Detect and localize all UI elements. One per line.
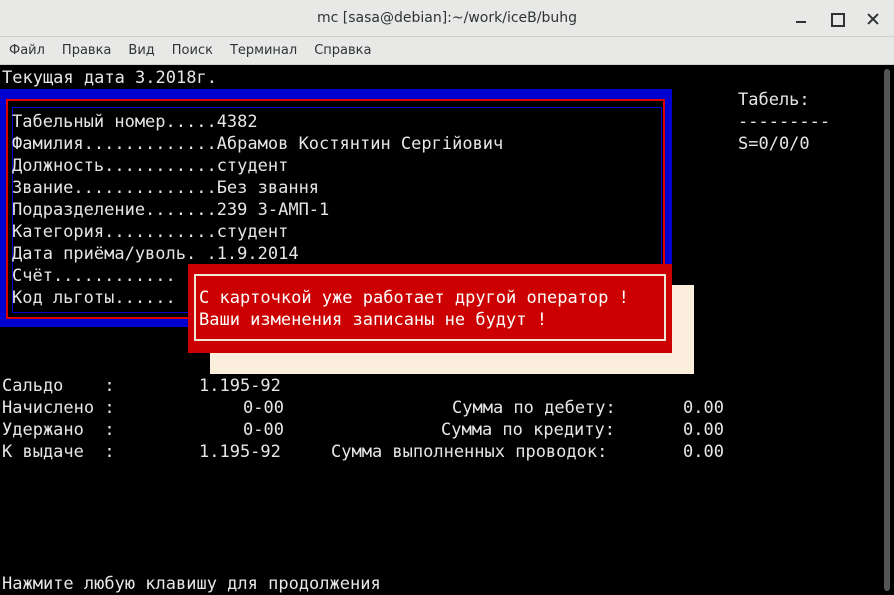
total-value-accrued: 0-00 [243,398,284,418]
total-value-saldo: 1.195-92 [199,376,281,396]
card-field-rank: Звание..............Без звання [12,178,320,198]
minimize-icon[interactable] [794,12,808,26]
card-field-department: Подразделение.......239 3-АМП-1 [12,200,330,220]
menu-search[interactable]: Поиск [172,43,213,58]
total-label-saldo: Сальдо : [2,376,115,396]
menu-terminal[interactable]: Терминал [230,43,297,58]
menu-file[interactable]: Файл [9,43,45,58]
menu-help[interactable]: Справка [314,43,371,58]
sum-value-completed: 0.00 [683,442,724,462]
alert-line-2: Ваши изменения записаны не будут ! [199,310,547,330]
sum-value-debit: 0.00 [683,398,724,418]
tabel-divider: --------- [738,112,831,132]
card-field-surname: Фамилия.............Абрамов Костянтин Се… [12,134,504,154]
card-field-position: Должность...........студент [12,156,289,176]
scrollbar-thumb[interactable] [884,69,890,591]
sum-label-debit: Сумма по дебету: [452,398,616,418]
total-label-payout: К выдаче : [2,442,115,462]
menu-bar: Файл Правка Вид Поиск Терминал Справка [0,37,894,65]
total-value-payout: 1.195-92 [199,442,281,462]
current-date: Текущая дата 3.2018г. [2,68,217,88]
total-label-withheld: Удержано : [2,420,115,440]
sum-label-credit: Сумма по кредиту: [441,420,615,440]
sum-value-credit: 0.00 [683,420,724,440]
menu-view[interactable]: Вид [128,43,154,58]
card-field-account: Счёт............ [12,266,176,286]
card-field-benefit-code: Код льготы...... [12,288,176,308]
menu-edit[interactable]: Правка [62,43,111,58]
window-titlebar[interactable]: mc [sasa@debian]:~/work/iceB/buhg [0,0,894,37]
window-title: mc [sasa@debian]:~/work/iceB/buhg [317,10,577,26]
close-icon[interactable] [866,12,880,26]
maximize-icon[interactable] [830,12,845,27]
terminal-scrollbar[interactable] [880,65,894,595]
card-field-tab-number: Табельный номер.....4382 [12,112,258,132]
card-field-hire-date: Дата приёма/уволь. .1.9.2014 [12,244,299,264]
window-controls [794,0,880,37]
total-label-accrued: Начислено : [2,398,115,418]
continue-prompt: Нажмите любую клавишу для продолжения [2,574,381,594]
total-value-withheld: 0-00 [243,420,284,440]
tabel-value: S=0/0/0 [738,134,810,154]
tabel-label: Табель: [738,90,810,110]
card-field-category: Категория...........студент [12,222,289,242]
alert-line-1: С карточкой уже работает другой оператор… [199,288,629,308]
sum-label-completed: Сумма выполненных проводок: [331,442,608,462]
